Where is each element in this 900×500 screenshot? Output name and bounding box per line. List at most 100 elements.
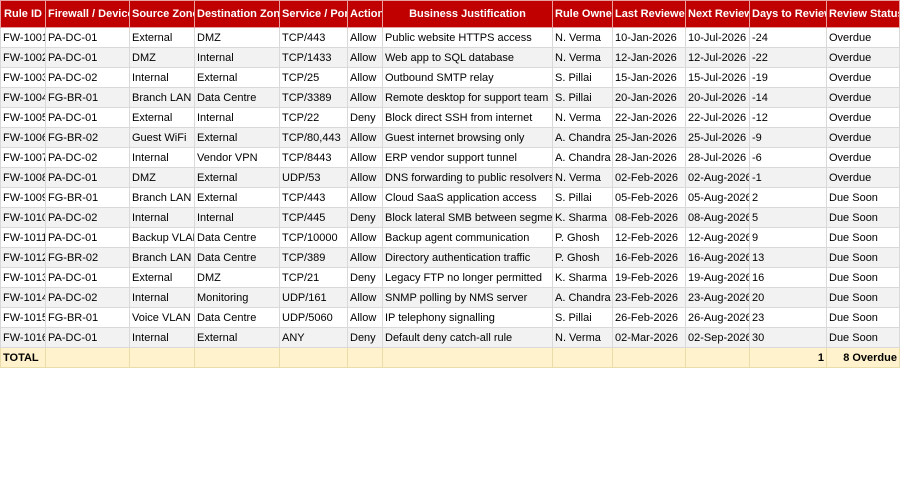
- cell-action[interactable]: Deny: [347, 267, 383, 288]
- column-header-rule-id[interactable]: Rule ID: [0, 0, 46, 28]
- cell-days-to-review[interactable]: 20: [749, 287, 827, 308]
- cell-rule-id[interactable]: FW-1014: [0, 287, 46, 308]
- cell-business-justification[interactable]: Remote desktop for support team: [382, 87, 553, 108]
- cell-source-zone[interactable]: Internal: [129, 147, 195, 168]
- cell-firewall-device[interactable]: PA-DC-01: [45, 227, 130, 248]
- total-cell-empty[interactable]: [45, 347, 130, 368]
- cell-service-port[interactable]: UDP/53: [279, 167, 348, 188]
- cell-business-justification[interactable]: IP telephony signalling: [382, 307, 553, 328]
- cell-last-reviewed[interactable]: 16-Feb-2026: [612, 247, 686, 268]
- column-header-review-status[interactable]: Review Status: [826, 0, 900, 28]
- cell-days-to-review[interactable]: -1: [749, 167, 827, 188]
- cell-source-zone[interactable]: DMZ: [129, 47, 195, 68]
- cell-rule-owner[interactable]: K. Sharma: [552, 207, 613, 228]
- cell-action[interactable]: Allow: [347, 167, 383, 188]
- cell-last-reviewed[interactable]: 19-Feb-2026: [612, 267, 686, 288]
- cell-destination-zone[interactable]: Internal: [194, 107, 280, 128]
- cell-last-reviewed[interactable]: 10-Jan-2026: [612, 27, 686, 48]
- cell-service-port[interactable]: TCP/80,443: [279, 127, 348, 148]
- cell-last-reviewed[interactable]: 12-Jan-2026: [612, 47, 686, 68]
- cell-rule-owner[interactable]: S. Pillai: [552, 307, 613, 328]
- cell-business-justification[interactable]: Directory authentication traffic: [382, 247, 553, 268]
- cell-days-to-review[interactable]: -6: [749, 147, 827, 168]
- cell-action[interactable]: Deny: [347, 107, 383, 128]
- cell-business-justification[interactable]: Outbound SMTP relay: [382, 67, 553, 88]
- total-cell-empty[interactable]: [194, 347, 280, 368]
- cell-next-review[interactable]: 10-Jul-2026: [685, 27, 750, 48]
- cell-service-port[interactable]: TCP/22: [279, 107, 348, 128]
- cell-destination-zone[interactable]: Data Centre: [194, 227, 280, 248]
- cell-service-port[interactable]: ANY: [279, 327, 348, 348]
- cell-next-review[interactable]: 02-Sep-2026: [685, 327, 750, 348]
- cell-next-review[interactable]: 22-Jul-2026: [685, 107, 750, 128]
- cell-business-justification[interactable]: Backup agent communication: [382, 227, 553, 248]
- cell-rule-owner[interactable]: P. Ghosh: [552, 247, 613, 268]
- cell-days-to-review[interactable]: -9: [749, 127, 827, 148]
- cell-action[interactable]: Allow: [347, 67, 383, 88]
- cell-action[interactable]: Allow: [347, 87, 383, 108]
- cell-action[interactable]: Allow: [347, 287, 383, 308]
- cell-firewall-device[interactable]: PA-DC-01: [45, 167, 130, 188]
- cell-rule-owner[interactable]: S. Pillai: [552, 87, 613, 108]
- column-header-days-to-review[interactable]: Days to Review: [749, 0, 827, 28]
- cell-rule-id[interactable]: FW-1010: [0, 207, 46, 228]
- total-cell-empty[interactable]: [347, 347, 383, 368]
- total-cell-empty[interactable]: [612, 347, 686, 368]
- cell-next-review[interactable]: 08-Aug-2026: [685, 207, 750, 228]
- cell-rule-id[interactable]: FW-1003: [0, 67, 46, 88]
- cell-next-review[interactable]: 26-Aug-2026: [685, 307, 750, 328]
- cell-rule-owner[interactable]: P. Ghosh: [552, 227, 613, 248]
- cell-next-review[interactable]: 02-Aug-2026: [685, 167, 750, 188]
- cell-rule-owner[interactable]: K. Sharma: [552, 267, 613, 288]
- cell-days-to-review[interactable]: -12: [749, 107, 827, 128]
- cell-service-port[interactable]: TCP/8443: [279, 147, 348, 168]
- cell-firewall-device[interactable]: PA-DC-01: [45, 27, 130, 48]
- cell-destination-zone[interactable]: External: [194, 327, 280, 348]
- cell-business-justification[interactable]: DNS forwarding to public resolvers: [382, 167, 553, 188]
- column-header-action[interactable]: Action: [347, 0, 383, 28]
- cell-rule-owner[interactable]: N. Verma: [552, 167, 613, 188]
- cell-source-zone[interactable]: Voice VLAN: [129, 307, 195, 328]
- cell-action[interactable]: Allow: [347, 47, 383, 68]
- cell-review-status[interactable]: Overdue: [826, 147, 900, 168]
- cell-rule-owner[interactable]: N. Verma: [552, 327, 613, 348]
- total-label[interactable]: TOTAL: [0, 347, 46, 368]
- cell-source-zone[interactable]: Internal: [129, 287, 195, 308]
- cell-last-reviewed[interactable]: 05-Feb-2026: [612, 187, 686, 208]
- cell-review-status[interactable]: Due Soon: [826, 207, 900, 228]
- cell-destination-zone[interactable]: External: [194, 67, 280, 88]
- cell-firewall-device[interactable]: PA-DC-02: [45, 287, 130, 308]
- cell-rule-owner[interactable]: A. Chandra: [552, 127, 613, 148]
- cell-rule-id[interactable]: FW-1009: [0, 187, 46, 208]
- cell-service-port[interactable]: TCP/3389: [279, 87, 348, 108]
- cell-days-to-review[interactable]: 13: [749, 247, 827, 268]
- cell-days-to-review[interactable]: 30: [749, 327, 827, 348]
- cell-review-status[interactable]: Due Soon: [826, 187, 900, 208]
- cell-last-reviewed[interactable]: 25-Jan-2026: [612, 127, 686, 148]
- cell-last-reviewed[interactable]: 20-Jan-2026: [612, 87, 686, 108]
- cell-rule-id[interactable]: FW-1013: [0, 267, 46, 288]
- total-cell-empty[interactable]: [382, 347, 553, 368]
- cell-last-reviewed[interactable]: 02-Feb-2026: [612, 167, 686, 188]
- cell-destination-zone[interactable]: Monitoring: [194, 287, 280, 308]
- cell-last-reviewed[interactable]: 23-Feb-2026: [612, 287, 686, 308]
- cell-business-justification[interactable]: Web app to SQL database: [382, 47, 553, 68]
- cell-firewall-device[interactable]: FG-BR-01: [45, 307, 130, 328]
- cell-source-zone[interactable]: External: [129, 267, 195, 288]
- cell-service-port[interactable]: TCP/21: [279, 267, 348, 288]
- cell-rule-id[interactable]: FW-1004: [0, 87, 46, 108]
- cell-business-justification[interactable]: Block lateral SMB between segments: [382, 207, 553, 228]
- cell-review-status[interactable]: Due Soon: [826, 227, 900, 248]
- cell-rule-owner[interactable]: A. Chandra: [552, 287, 613, 308]
- cell-firewall-device[interactable]: PA-DC-01: [45, 107, 130, 128]
- cell-business-justification[interactable]: Guest internet browsing only: [382, 127, 553, 148]
- cell-next-review[interactable]: 16-Aug-2026: [685, 247, 750, 268]
- cell-next-review[interactable]: 23-Aug-2026: [685, 287, 750, 308]
- cell-next-review[interactable]: 12-Aug-2026: [685, 227, 750, 248]
- cell-source-zone[interactable]: Branch LAN: [129, 87, 195, 108]
- cell-service-port[interactable]: UDP/5060: [279, 307, 348, 328]
- cell-rule-id[interactable]: FW-1005: [0, 107, 46, 128]
- cell-action[interactable]: Allow: [347, 27, 383, 48]
- cell-rule-owner[interactable]: S. Pillai: [552, 187, 613, 208]
- cell-source-zone[interactable]: Backup VLAN: [129, 227, 195, 248]
